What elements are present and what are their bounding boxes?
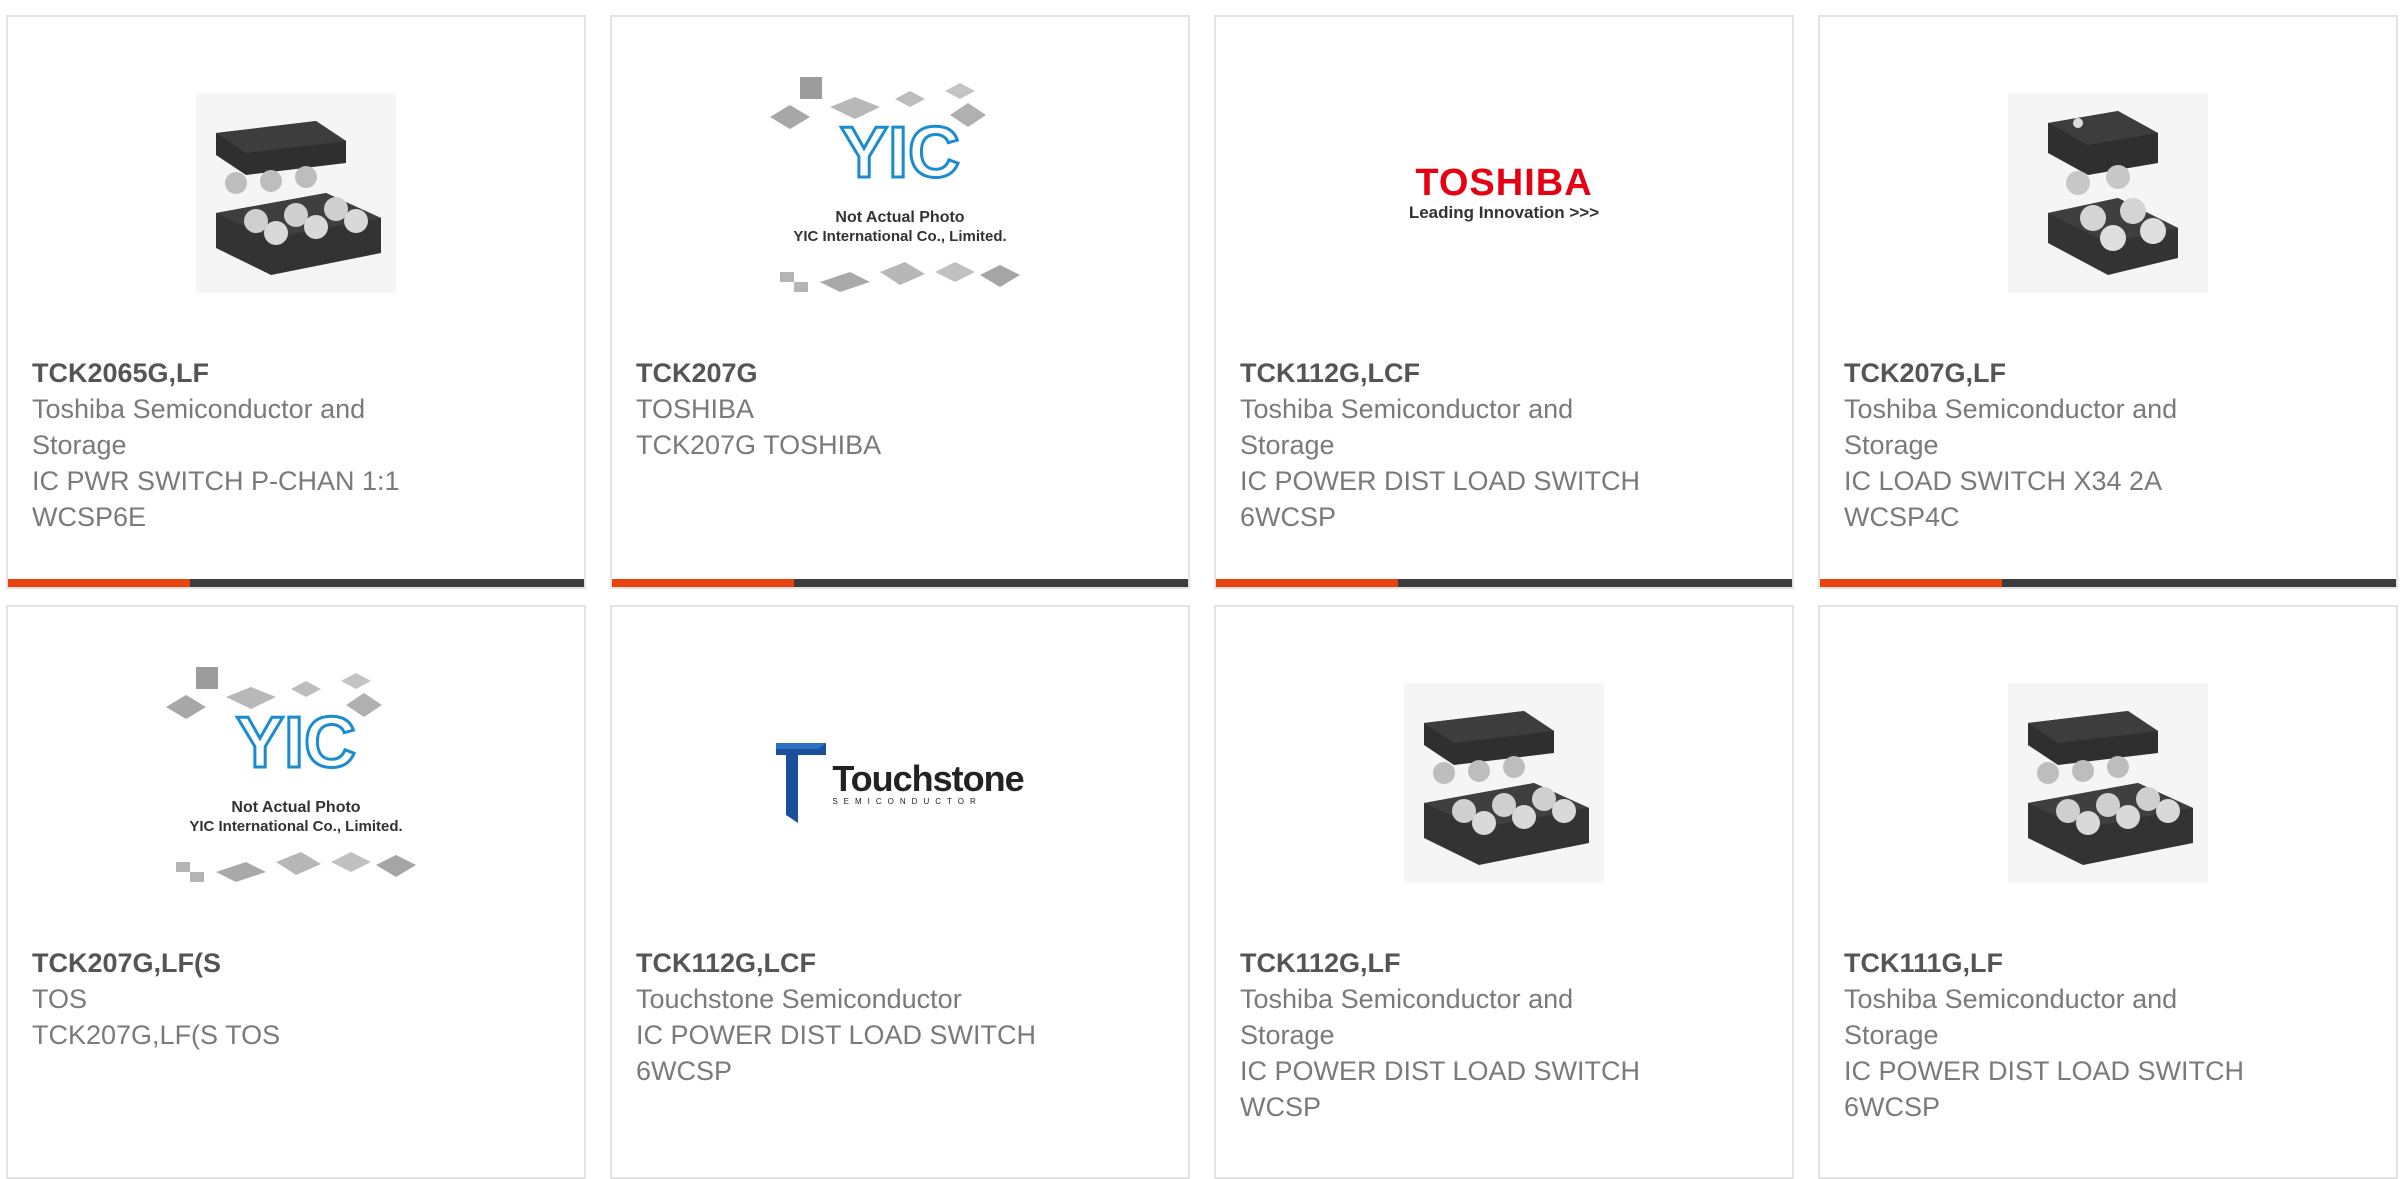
manufacturer-line: Touchstone Semiconductor xyxy=(636,984,962,1014)
product-image xyxy=(1820,77,2396,309)
manufacturer-line: Toshiba Semiconductor and xyxy=(1240,984,1574,1014)
manufacturer-line: TOS xyxy=(32,984,88,1014)
part-number[interactable]: TCK112G,LCF xyxy=(1240,355,1650,391)
description-line: WCSP6E xyxy=(32,502,147,532)
yic-placeholder-icon: YIC Not Actual Photo YIC International C… xyxy=(166,667,416,882)
part-number[interactable]: TCK112G,LCF xyxy=(636,945,1046,981)
card-accent xyxy=(1820,579,2002,587)
product-card[interactable]: TCK207G,LF Toshiba Semiconductor and Sto… xyxy=(1818,15,2398,589)
product-image xyxy=(1820,667,2396,899)
part-number[interactable]: TCK207G xyxy=(636,355,1046,391)
svg-text:YIC International Co., Limited: YIC International Co., Limited. xyxy=(793,228,1006,245)
product-card[interactable]: TOSHIBA Leading Innovation >>> TCK112G,L… xyxy=(1214,15,1794,589)
description-line: 6WCSP xyxy=(1844,1092,1941,1122)
part-number[interactable]: TCK207G,LF xyxy=(1844,355,2254,391)
touchstone-logo: Touchstone SEMICONDUCTOR xyxy=(776,743,1025,823)
chip-4ball-icon xyxy=(2008,93,2208,293)
touchstone-mark-icon xyxy=(776,743,827,823)
product-card[interactable]: Touchstone SEMICONDUCTOR TCK112G,LCF Tou… xyxy=(610,605,1190,1179)
manufacturer-line: Storage xyxy=(32,430,127,460)
manufacturer-line: Toshiba Semiconductor and xyxy=(1240,394,1574,424)
product-card[interactable]: TCK111G,LF Toshiba Semiconductor and Sto… xyxy=(1818,605,2398,1179)
product-image xyxy=(1216,667,1792,899)
product-info: TCK207G TOSHIBA TCK207G TOSHIBA xyxy=(636,355,1046,463)
description-line: IC POWER DIST LOAD SWITCH xyxy=(636,1020,1037,1050)
product-image: YIC Not Actual Photo YIC International C… xyxy=(8,667,584,899)
description-line: 6WCSP xyxy=(636,1056,733,1086)
toshiba-logo: TOSHIBA Leading Innovation >>> xyxy=(1408,162,1600,222)
yic-placeholder-icon: YIC Not Actual Photo YIC International C… xyxy=(770,77,1020,292)
manufacturer-line: Toshiba Semiconductor and xyxy=(1844,394,2178,424)
manufacturer-line: Storage xyxy=(1844,430,1939,460)
product-card[interactable]: YIC Not Actual Photo YIC International C… xyxy=(610,15,1190,589)
chip-6ball-icon xyxy=(2008,683,2208,883)
description-line: IC POWER DIST LOAD SWITCH xyxy=(1240,466,1641,496)
description-line: IC POWER DIST LOAD SWITCH xyxy=(1844,1056,2245,1086)
product-info: TCK112G,LCF Touchstone Semiconductor IC … xyxy=(636,945,1046,1089)
part-number[interactable]: TCK2065G,LF xyxy=(32,355,442,391)
description-line: IC LOAD SWITCH X34 2A xyxy=(1844,466,2163,496)
part-number[interactable]: TCK207G,LF(S xyxy=(32,945,442,981)
svg-text:Not Actual Photo: Not Actual Photo xyxy=(231,799,360,816)
product-info: TCK2065G,LF Toshiba Semiconductor and St… xyxy=(32,355,442,535)
card-bottom-bar xyxy=(612,579,1188,587)
chip-6ball-icon xyxy=(196,93,396,293)
description-line: WCSP xyxy=(1240,1092,1321,1122)
description-line: 6WCSP xyxy=(1240,502,1337,532)
svg-text:YIC: YIC xyxy=(236,703,356,783)
manufacturer-line: Toshiba Semiconductor and xyxy=(32,394,366,424)
svg-text:YIC: YIC xyxy=(840,113,960,193)
card-accent xyxy=(612,579,794,587)
manufacturer-line: Toshiba Semiconductor and xyxy=(1844,984,2178,1014)
description-line: TCK207G TOSHIBA xyxy=(636,430,882,460)
manufacturer-line: Storage xyxy=(1844,1020,1939,1050)
manufacturer-line: Storage xyxy=(1240,1020,1335,1050)
svg-text:YIC International Co., Limited: YIC International Co., Limited. xyxy=(189,818,402,835)
manufacturer-line: TOSHIBA xyxy=(636,394,755,424)
description-line: IC PWR SWITCH P-CHAN 1:1 xyxy=(32,466,400,496)
chip-6ball-icon xyxy=(1404,683,1604,883)
product-info: TCK112G,LF Toshiba Semiconductor and Sto… xyxy=(1240,945,1650,1125)
product-grid: TCK2065G,LF Toshiba Semiconductor and St… xyxy=(6,15,2400,1179)
product-image: Touchstone SEMICONDUCTOR xyxy=(612,667,1188,899)
card-bottom-bar xyxy=(1216,579,1792,587)
part-number[interactable]: TCK112G,LF xyxy=(1240,945,1650,981)
product-info: TCK111G,LF Toshiba Semiconductor and Sto… xyxy=(1844,945,2254,1125)
description-line: TCK207G,LF(S TOS xyxy=(32,1020,281,1050)
product-card[interactable]: TCK112G,LF Toshiba Semiconductor and Sto… xyxy=(1214,605,1794,1179)
description-line: WCSP4C xyxy=(1844,502,1960,532)
card-accent xyxy=(1216,579,1398,587)
product-image xyxy=(8,77,584,309)
card-bottom-bar xyxy=(8,579,584,587)
product-card[interactable]: YIC Not Actual Photo YIC International C… xyxy=(6,605,586,1179)
product-info: TCK207G,LF(S TOS TCK207G,LF(S TOS xyxy=(32,945,442,1053)
manufacturer-line: Storage xyxy=(1240,430,1335,460)
part-number[interactable]: TCK111G,LF xyxy=(1844,945,2254,981)
product-image: TOSHIBA Leading Innovation >>> xyxy=(1216,77,1792,309)
card-accent xyxy=(8,579,190,587)
svg-text:Not Actual Photo: Not Actual Photo xyxy=(835,209,964,226)
product-image: YIC Not Actual Photo YIC International C… xyxy=(612,77,1188,309)
product-info: TCK207G,LF Toshiba Semiconductor and Sto… xyxy=(1844,355,2254,535)
product-info: TCK112G,LCF Toshiba Semiconductor and St… xyxy=(1240,355,1650,535)
product-card[interactable]: TCK2065G,LF Toshiba Semiconductor and St… xyxy=(6,15,586,589)
description-line: IC POWER DIST LOAD SWITCH xyxy=(1240,1056,1641,1086)
card-bottom-bar xyxy=(1820,579,2396,587)
